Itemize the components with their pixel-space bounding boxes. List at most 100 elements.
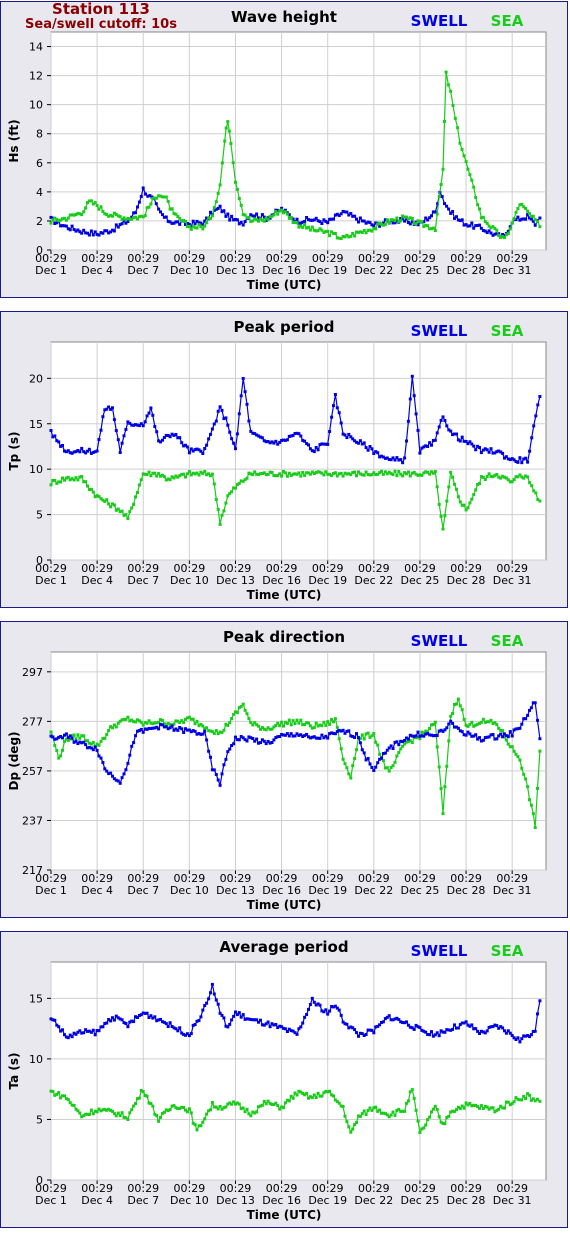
- data-point: [512, 217, 516, 221]
- data-point: [283, 471, 287, 475]
- data-point: [257, 724, 260, 728]
- data-point: [141, 730, 145, 734]
- data-point: [470, 497, 474, 501]
- data-point: [333, 232, 337, 235]
- data-point: [443, 785, 447, 789]
- data-point: [126, 1118, 130, 1121]
- data-point: [472, 493, 476, 497]
- data-point: [222, 728, 226, 732]
- data-point: [412, 1096, 416, 1100]
- data-point: [485, 1029, 489, 1033]
- data-point: [418, 1131, 422, 1134]
- data-point: [189, 1032, 193, 1036]
- data-point: [291, 1096, 295, 1100]
- y-tick-label: 2: [36, 215, 43, 228]
- data-point: [237, 738, 241, 742]
- x-tick-label-date: Dec 10: [170, 884, 209, 897]
- data-point: [218, 183, 222, 187]
- data-point: [337, 1101, 341, 1105]
- data-point: [187, 1107, 191, 1111]
- data-point: [157, 207, 161, 211]
- data-point: [89, 199, 93, 203]
- data-point: [418, 451, 422, 455]
- data-point: [87, 447, 91, 451]
- data-point: [310, 996, 314, 1000]
- data-point: [224, 126, 228, 130]
- data-point: [201, 724, 205, 728]
- data-point: [466, 506, 470, 510]
- data-point: [522, 772, 526, 776]
- data-point: [49, 429, 53, 432]
- data-point: [218, 1104, 222, 1108]
- data-point: [533, 826, 537, 829]
- data-point: [479, 1104, 483, 1108]
- data-point: [168, 1021, 172, 1025]
- data-point: [406, 470, 410, 474]
- data-point: [132, 502, 136, 506]
- data-point: [89, 229, 93, 233]
- plot-area: [50, 341, 547, 561]
- data-point: [433, 470, 437, 473]
- data-point: [406, 737, 410, 741]
- data-point: [276, 212, 280, 216]
- data-point: [534, 491, 538, 495]
- data-point: [458, 141, 462, 145]
- data-point: [232, 1014, 236, 1018]
- data-point: [347, 1125, 351, 1129]
- data-point: [524, 1097, 528, 1101]
- data-point: [139, 727, 143, 731]
- data-point: [216, 191, 220, 195]
- data-point: [141, 186, 145, 190]
- data-point: [241, 1013, 245, 1017]
- data-point: [210, 982, 214, 986]
- data-point: [230, 214, 234, 218]
- data-point: [406, 419, 410, 423]
- station-label: Station 113 Sea/swell cutoff: 10s: [1, 2, 201, 33]
- data-point: [128, 753, 132, 757]
- data-point: [506, 232, 510, 236]
- data-point: [237, 412, 241, 416]
- data-point: [360, 733, 364, 737]
- data-point: [322, 720, 326, 724]
- x-axis-label: Time (UTC): [247, 278, 322, 292]
- data-point: [520, 722, 524, 726]
- data-point: [212, 482, 216, 486]
- plot-area: [50, 651, 547, 871]
- data-point: [495, 723, 499, 727]
- data-point: [520, 1098, 524, 1102]
- data-point: [180, 727, 184, 731]
- data-point: [308, 1003, 312, 1006]
- data-point: [495, 1024, 499, 1028]
- data-point: [297, 471, 301, 475]
- data-point: [205, 726, 209, 730]
- data-point: [399, 219, 403, 223]
- legend-swell: SWELL: [411, 632, 468, 650]
- x-tick-label-date: Dec 19: [308, 1194, 347, 1207]
- data-point: [132, 741, 136, 745]
- data-point: [395, 216, 399, 220]
- data-point: [403, 456, 407, 460]
- data-point: [538, 749, 542, 753]
- data-point: [201, 1008, 205, 1012]
- data-point: [178, 222, 182, 226]
- data-point: [455, 702, 458, 706]
- data-point: [443, 1030, 447, 1034]
- data-point: [111, 406, 114, 410]
- data-point: [470, 720, 474, 724]
- data-point: [199, 1015, 203, 1019]
- data-point: [111, 726, 114, 730]
- data-point: [320, 222, 324, 225]
- data-point: [214, 998, 218, 1002]
- data-point: [428, 1033, 432, 1037]
- data-point: [380, 756, 383, 760]
- data-point: [437, 765, 441, 769]
- data-point: [182, 721, 186, 724]
- data-point: [538, 499, 542, 503]
- data-point: [285, 212, 289, 216]
- data-point: [408, 397, 412, 401]
- data-point: [447, 1114, 451, 1118]
- y-tick-label: 5: [36, 1113, 43, 1126]
- data-point: [216, 778, 220, 782]
- legend-swell: SWELL: [411, 12, 468, 30]
- data-point: [166, 199, 170, 203]
